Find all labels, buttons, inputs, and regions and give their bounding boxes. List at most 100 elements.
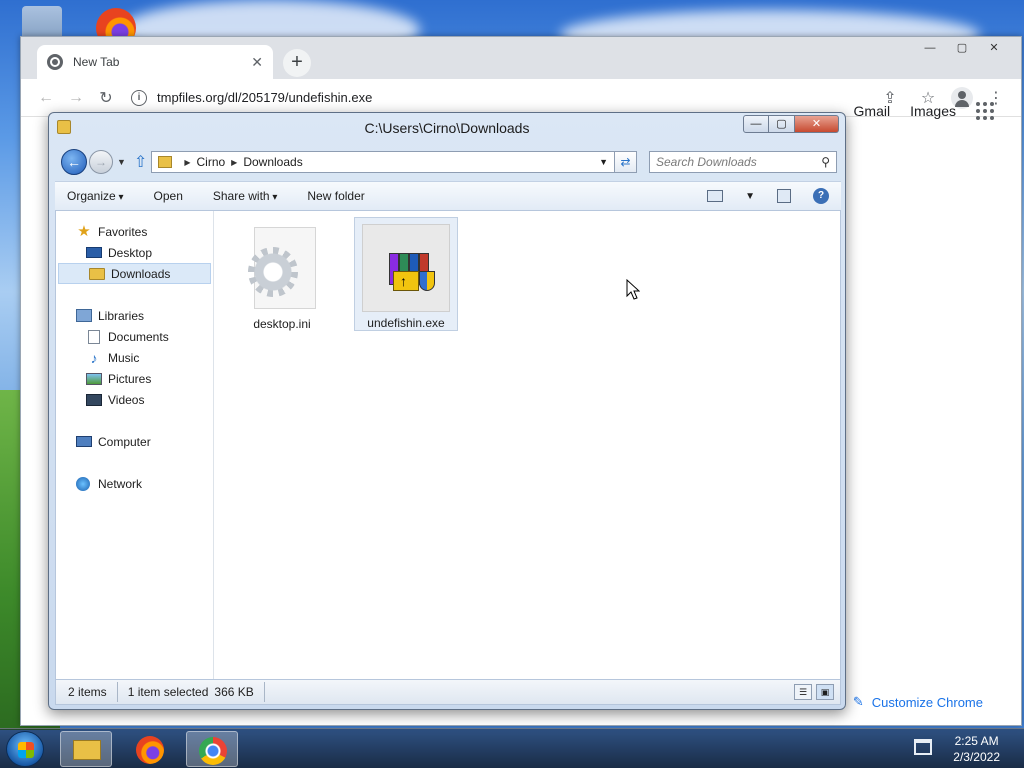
view-tools: ▼ ? bbox=[707, 188, 829, 204]
address-breadcrumb[interactable]: ▶ Cirno ▶ Downloads ▼ bbox=[151, 151, 615, 173]
preview-pane-icon[interactable] bbox=[777, 189, 791, 203]
tab-title: New Tab bbox=[73, 55, 120, 69]
explorer-window-controls: — ▢ ✕ bbox=[743, 115, 839, 133]
organize-button[interactable]: Organize bbox=[67, 189, 124, 203]
explorer-window: C:\Users\Cirno\Downloads — ▢ ✕ ← → ▼ ⇧ ▶… bbox=[48, 112, 846, 710]
chrome-icon bbox=[199, 737, 227, 765]
google-header-links: Gmail Images bbox=[854, 102, 994, 120]
star-icon: ★ bbox=[77, 222, 91, 240]
nav-desktop[interactable]: Desktop bbox=[56, 242, 213, 263]
customize-label: Customize Chrome bbox=[871, 694, 983, 710]
customize-chrome-button[interactable]: ✎ Customize Chrome bbox=[836, 687, 999, 717]
refresh-button[interactable]: ⇄ bbox=[615, 151, 637, 173]
file-item-desktop-ini[interactable]: desktop.ini bbox=[230, 219, 334, 333]
change-view-icon[interactable] bbox=[707, 190, 724, 202]
gmail-link[interactable]: Gmail bbox=[854, 103, 891, 119]
nav-downloads[interactable]: Downloads bbox=[58, 263, 211, 284]
nav-network[interactable]: Network bbox=[56, 473, 213, 494]
taskbar-explorer-button[interactable] bbox=[60, 731, 112, 767]
up-arrow-icon: ↑ bbox=[400, 273, 407, 289]
file-item-undefishin-exe[interactable]: ↑ undefishin.exe bbox=[354, 217, 458, 331]
maximize-button[interactable]: ▢ bbox=[947, 39, 977, 57]
explorer-close-button[interactable]: ✕ bbox=[795, 115, 839, 133]
system-clock[interactable]: 2:25 AM 2/3/2022 bbox=[953, 733, 1000, 765]
nav-label: Videos bbox=[108, 392, 145, 407]
view-dropdown-icon[interactable]: ▼ bbox=[745, 191, 755, 202]
tab-close-icon[interactable]: ✕ bbox=[251, 54, 263, 71]
share-with-button[interactable]: Share with bbox=[213, 189, 278, 203]
selection-status: 1 item selected bbox=[127, 685, 209, 699]
forward-button[interactable]: → bbox=[89, 150, 113, 174]
explorer-nav-bar: ← → ▼ ⇧ ▶ Cirno ▶ Downloads ▼ ⇄ Search D… bbox=[61, 147, 837, 177]
nav-music[interactable]: ♪ Music bbox=[56, 347, 213, 368]
pencil-icon: ✎ bbox=[852, 694, 864, 709]
file-list: desktop.ini ↑ undefishin.exe bbox=[216, 211, 840, 679]
history-dropdown-icon[interactable]: ▼ bbox=[117, 157, 126, 167]
new-tab-button[interactable]: + bbox=[283, 49, 311, 77]
music-note-icon: ♪ bbox=[90, 349, 98, 366]
help-icon[interactable]: ? bbox=[813, 188, 829, 204]
nav-label: Desktop bbox=[108, 245, 153, 260]
nav-favorites[interactable]: ★ Favorites bbox=[56, 221, 213, 242]
chrome-tab-icon bbox=[47, 54, 63, 70]
document-icon bbox=[88, 329, 100, 344]
open-button[interactable]: Open bbox=[154, 189, 183, 203]
mouse-cursor-icon bbox=[626, 279, 640, 300]
network-tray-icon[interactable] bbox=[914, 739, 932, 755]
explorer-maximize-button[interactable]: ▢ bbox=[769, 115, 795, 133]
details-view-icon[interactable]: ☰ bbox=[794, 684, 812, 700]
search-placeholder: Search Downloads bbox=[656, 155, 757, 169]
back-button[interactable]: ← bbox=[61, 149, 87, 175]
status-bar: 2 items 1 item selected 366 KB ☰ ▣ bbox=[55, 679, 841, 705]
explorer-minimize-button[interactable]: — bbox=[743, 115, 769, 133]
up-arrow-icon[interactable]: ⇧ bbox=[134, 152, 147, 172]
nav-computer[interactable]: Computer bbox=[56, 431, 213, 452]
nav-label: Documents bbox=[108, 329, 169, 344]
back-arrow-icon[interactable]: ← bbox=[31, 89, 61, 107]
downloads-folder-icon bbox=[89, 267, 105, 280]
images-link[interactable]: Images bbox=[910, 103, 956, 119]
file-name: desktop.ini bbox=[253, 317, 311, 331]
breadcrumb-cirno[interactable]: Cirno bbox=[196, 155, 225, 169]
search-downloads-input[interactable]: Search Downloads ⚲ bbox=[649, 151, 837, 173]
taskbar: 2:25 AM 2/3/2022 bbox=[0, 728, 1024, 768]
site-info-icon[interactable]: i bbox=[131, 89, 147, 106]
address-bar[interactable]: i tmpfiles.org/dl/205179/undefishin.exe bbox=[121, 84, 875, 112]
selection-size: 366 KB bbox=[214, 682, 265, 702]
view-toggle: ☰ ▣ bbox=[794, 684, 834, 700]
folder-icon bbox=[158, 156, 173, 168]
google-apps-icon[interactable] bbox=[976, 102, 994, 120]
taskbar-chrome-button[interactable] bbox=[186, 731, 238, 767]
nav-label: Libraries bbox=[98, 308, 145, 323]
explorer-content: ★ Favorites Desktop Downloads Libraries D… bbox=[55, 211, 841, 679]
start-button-windows-icon[interactable] bbox=[6, 731, 44, 767]
chevron-right-icon[interactable]: ▶ bbox=[231, 158, 237, 167]
taskbar-firefox-button[interactable] bbox=[124, 731, 176, 767]
close-button[interactable]: ✕ bbox=[979, 39, 1009, 57]
forward-arrow-icon[interactable]: → bbox=[61, 89, 91, 107]
explorer-title: C:\Users\Cirno\Downloads bbox=[364, 120, 530, 136]
clock-date: 2/3/2022 bbox=[953, 750, 1000, 764]
item-count: 2 items bbox=[68, 682, 118, 702]
search-icon[interactable]: ⚲ bbox=[821, 155, 830, 169]
nav-videos[interactable]: Videos bbox=[56, 389, 213, 410]
minimize-button[interactable]: — bbox=[915, 39, 945, 57]
large-icons-view-icon[interactable]: ▣ bbox=[816, 684, 834, 700]
reload-icon[interactable]: ↻ bbox=[91, 88, 121, 108]
settings-file-icon bbox=[234, 223, 330, 315]
desktop-icon bbox=[86, 247, 102, 258]
address-dropdown-icon[interactable]: ▼ bbox=[599, 157, 608, 167]
nav-pictures[interactable]: Pictures bbox=[56, 368, 213, 389]
navigation-pane: ★ Favorites Desktop Downloads Libraries D… bbox=[56, 211, 214, 679]
breadcrumb-downloads[interactable]: Downloads bbox=[243, 155, 302, 169]
file-name: undefishin.exe bbox=[367, 316, 445, 330]
chrome-window-controls: — ▢ ✕ bbox=[915, 39, 1009, 57]
new-folder-button[interactable]: New folder bbox=[307, 189, 364, 203]
explorer-command-bar: Organize Open Share with New folder ▼ ? bbox=[55, 181, 841, 211]
nav-label: Computer bbox=[98, 434, 151, 449]
nav-documents[interactable]: Documents bbox=[56, 326, 213, 347]
chevron-right-icon[interactable]: ▶ bbox=[184, 158, 190, 167]
computer-icon bbox=[76, 436, 92, 447]
tab-new-tab[interactable]: New Tab ✕ bbox=[37, 45, 273, 79]
nav-libraries[interactable]: Libraries bbox=[56, 305, 213, 326]
